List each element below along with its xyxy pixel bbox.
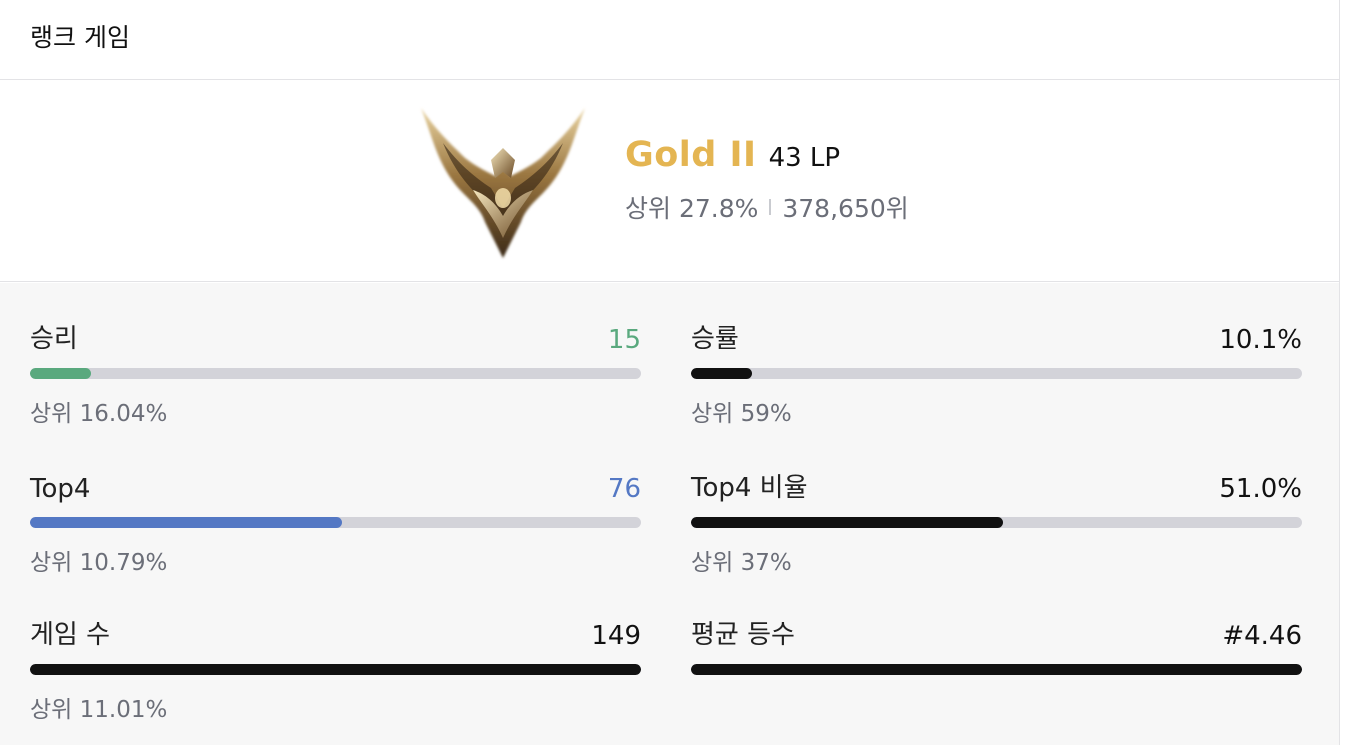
stat-percentile: 상위 11.01% (30, 697, 168, 723)
stat-wins: 승리 15 상위 16.04% (30, 319, 641, 428)
stat-percentile: 상위 37% (691, 550, 792, 576)
stat-value: 51.0% (1219, 474, 1302, 504)
stat-games: 게임 수 149 상위 11.01% (30, 615, 641, 724)
stat-top4: Top4 76 상위 10.79% (30, 468, 641, 577)
progress-bar (30, 664, 641, 675)
gold-tier-emblem-icon (421, 108, 585, 258)
rank-percentile-row: 상위 27.8% 378,650위 (625, 189, 909, 225)
progress-bar (691, 368, 1302, 379)
ranked-card: 랭크 게임 Gold II 43 LP 상위 27.8% 378,650위 승리… (0, 0, 1340, 745)
rank-top-percent: 상위 27.8% (625, 194, 759, 223)
stat-label: 평균 등수 (691, 620, 795, 650)
card-header: 랭크 게임 (0, 0, 1339, 80)
rank-position: 378,650위 (782, 194, 909, 223)
stat-label: 게임 수 (30, 620, 111, 650)
stat-win-rate: 승률 10.1% 상위 59% (691, 319, 1302, 428)
progress-fill (691, 368, 753, 379)
progress-bar (30, 368, 641, 379)
rank-info: Gold II 43 LP 상위 27.8% 378,650위 (625, 135, 909, 225)
stat-label: 승리 (30, 324, 78, 354)
stat-value: 76 (607, 474, 641, 504)
stat-top4-rate: Top4 비율 51.0% 상위 37% (691, 468, 1302, 577)
stat-label: Top4 비율 (691, 473, 808, 503)
progress-fill (30, 368, 92, 379)
stats-grid: 승리 15 상위 16.04% 승률 10.1% 상위 59% Top4 76 (0, 283, 1339, 745)
progress-bar (30, 517, 641, 528)
divider (769, 199, 772, 215)
stat-average-place: 평균 등수 #4.46 (691, 615, 1302, 675)
stat-percentile: 상위 59% (691, 401, 792, 427)
stat-percentile: 상위 16.04% (30, 401, 168, 427)
tier-row: Gold II 43 LP (625, 135, 909, 175)
progress-fill (30, 517, 342, 528)
rank-summary: Gold II 43 LP 상위 27.8% 378,650위 (0, 80, 1339, 282)
progress-fill (30, 664, 641, 675)
stat-value: 10.1% (1219, 325, 1302, 355)
stat-value: 15 (607, 325, 641, 355)
stat-value: #4.46 (1222, 621, 1302, 651)
tier-name: Gold II (625, 135, 757, 175)
league-points: 43 LP (768, 143, 841, 173)
progress-bar (691, 517, 1302, 528)
stat-value: 149 (591, 621, 641, 651)
header-title: 랭크 게임 (30, 22, 130, 52)
stat-percentile: 상위 10.79% (30, 550, 168, 576)
progress-fill (691, 664, 1302, 675)
stat-label: Top4 (30, 474, 91, 504)
progress-fill (691, 517, 1003, 528)
stat-label: 승률 (691, 324, 739, 354)
progress-bar (691, 664, 1302, 675)
